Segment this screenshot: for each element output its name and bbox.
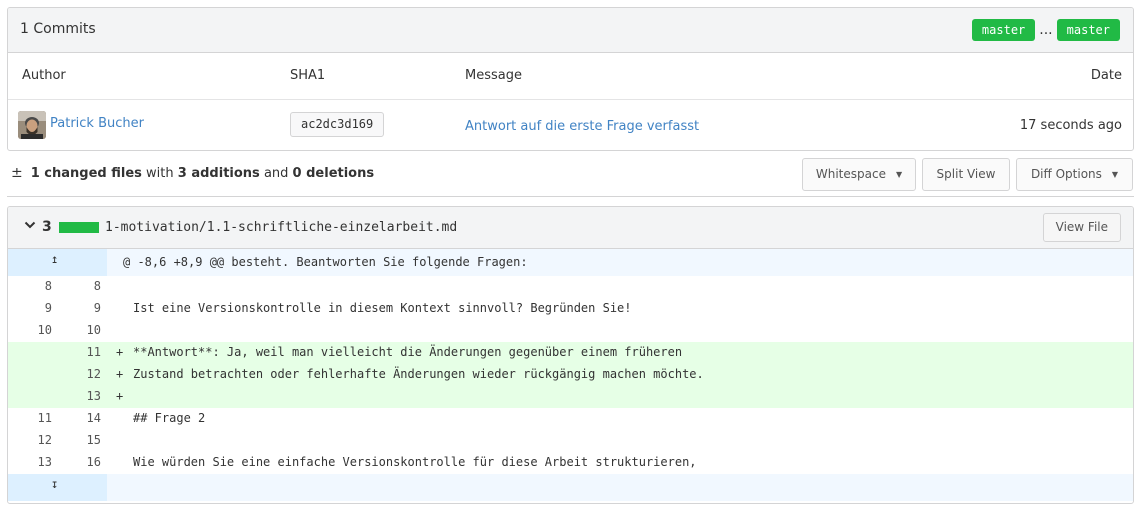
diff-sign: + — [116, 367, 124, 381]
new-line-number[interactable]: 11 — [71, 345, 101, 359]
diff-line-added: 13 + — [8, 386, 1133, 408]
commit-author-link[interactable]: Patrick Bucher — [50, 116, 144, 131]
diff-line-added: 12 + Zustand betrachten oder fehlerhafte Ä… — [8, 364, 1133, 386]
diff-sign: + — [116, 389, 124, 403]
file-change-count: 3 — [42, 219, 52, 235]
whitespace-label: Whitespace — [815, 167, 886, 181]
avatar[interactable] — [18, 111, 46, 139]
diff-line-added: 11 + **Antwort**: Ja, weil man vielleicht … — [8, 342, 1133, 364]
expand-down-gutter[interactable]: ↧ — [8, 474, 107, 501]
column-message: Message — [465, 68, 522, 83]
column-author: Author — [22, 68, 66, 83]
diff-stats: ±1 changed files with 3 additions and 0 … — [11, 165, 374, 181]
commit-sha-button[interactable]: ac2dc3d169 — [290, 112, 385, 137]
additions-bar — [59, 222, 99, 233]
head-branch-badge[interactable]: master — [1056, 19, 1120, 41]
split-view-button[interactable]: Split View — [922, 158, 1010, 191]
column-date: Date — [1090, 68, 1122, 83]
diff-code: Wie würden Sie eine einfache Versionskon… — [133, 455, 697, 469]
file-diff-panel: 3 1-motivation/1.1-schriftliche-einzelar… — [7, 206, 1134, 504]
whitespace-button[interactable]: Whitespace ▼ — [802, 158, 916, 191]
split-view-label: Split View — [936, 167, 996, 181]
expand-down-icon[interactable]: ↧ — [51, 478, 58, 490]
diff-code: ## Frage 2 — [133, 411, 206, 425]
hunk-header-row: ↥ @ -8,6 +8,9 @@ besteht. Beantworten Si… — [8, 249, 1133, 276]
hunk-header: @ -8,6 +8,9 @@ besteht. Beantworten Sie … — [123, 255, 528, 269]
diff-summary-bar: ±1 changed files with 3 additions and 0 … — [7, 151, 1134, 197]
old-line-number[interactable]: 8 — [22, 279, 52, 293]
diff-code: **Antwort**: Ja, weil man vielleicht die… — [133, 345, 683, 359]
deletions-count: 0 deletions — [292, 166, 375, 181]
branch-compare: master ... master — [971, 19, 1120, 41]
diff-line-context: 9 9 Ist eine Versionskontrolle in diesem K… — [8, 298, 1133, 320]
file-header: 3 1-motivation/1.1-schriftliche-einzelar… — [8, 207, 1133, 249]
new-line-number[interactable]: 16 — [71, 455, 101, 469]
old-line-number[interactable]: 11 — [22, 411, 52, 425]
expand-up-icon[interactable]: ↥ — [51, 253, 58, 265]
diff-sign: + — [116, 345, 124, 359]
new-line-number[interactable]: 9 — [71, 301, 101, 315]
old-line-number[interactable]: 10 — [22, 323, 52, 337]
commit-row: Patrick Bucher ac2dc3d169 Antwort auf di… — [8, 100, 1133, 150]
base-branch-badge[interactable]: master — [971, 19, 1036, 41]
stats-and: and — [263, 166, 289, 181]
commits-table-header: Author SHA1 Message Date — [8, 53, 1133, 100]
diff-options-button[interactable]: Diff Options ▼ — [1016, 158, 1133, 191]
stats-with: with — [146, 166, 174, 181]
new-line-number[interactable]: 14 — [71, 411, 101, 425]
plus-minus-icon: ± — [11, 165, 23, 181]
commit-date: 17 seconds ago — [1019, 118, 1122, 133]
commits-header: 1 Commits master ... master — [8, 8, 1133, 53]
expand-down-row: ↧ — [8, 474, 1133, 501]
new-line-number[interactable]: 15 — [71, 433, 101, 447]
caret-down-icon: ▼ — [895, 170, 903, 179]
column-sha: SHA1 — [290, 68, 326, 83]
new-line-number[interactable]: 10 — [71, 323, 101, 337]
new-line-number[interactable]: 13 — [71, 389, 101, 403]
old-line-number[interactable]: 12 — [22, 433, 52, 447]
additions-count: 3 additions — [177, 166, 260, 181]
view-file-button[interactable]: View File — [1042, 213, 1121, 242]
commit-message-link[interactable]: Antwort auf die erste Frage verfasst — [465, 119, 699, 134]
expand-up-gutter[interactable]: ↥ — [8, 249, 107, 276]
new-line-number[interactable]: 12 — [71, 367, 101, 381]
diff-line-context: 88 — [8, 276, 1133, 298]
commits-title: 1 Commits — [20, 21, 96, 37]
old-line-number[interactable]: 13 — [22, 455, 52, 469]
diff-code: Zustand betrachten oder fehlerhafte Ände… — [133, 367, 704, 381]
old-line-number[interactable]: 9 — [22, 301, 52, 315]
diff-options-label: Diff Options — [1030, 167, 1102, 181]
diff-line-context: 12 15 — [8, 430, 1133, 452]
chevron-down-icon[interactable] — [24, 220, 36, 233]
file-name: 1-motivation/1.1-schriftliche-einzelarbe… — [105, 220, 458, 235]
branch-separator: ... — [1039, 22, 1053, 38]
commits-panel: 1 Commits master ... master Author SHA1 … — [7, 7, 1134, 151]
new-line-number[interactable]: 8 — [71, 279, 101, 293]
changed-files-count: 1 changed files — [30, 166, 142, 181]
diff-line-context: 11 14 ## Frage 2 — [8, 408, 1133, 430]
diff-code: Ist eine Versionskontrolle in diesem Kon… — [133, 301, 632, 315]
diff-line-context: 10 10 — [8, 320, 1133, 342]
diff-line-context: 13 16 Wie würden Sie eine einfache Version… — [8, 452, 1133, 474]
diff-table: ↥ @ -8,6 +8,9 @@ besteht. Beantworten Si… — [8, 249, 1133, 501]
caret-down-icon: ▼ — [1111, 170, 1119, 179]
